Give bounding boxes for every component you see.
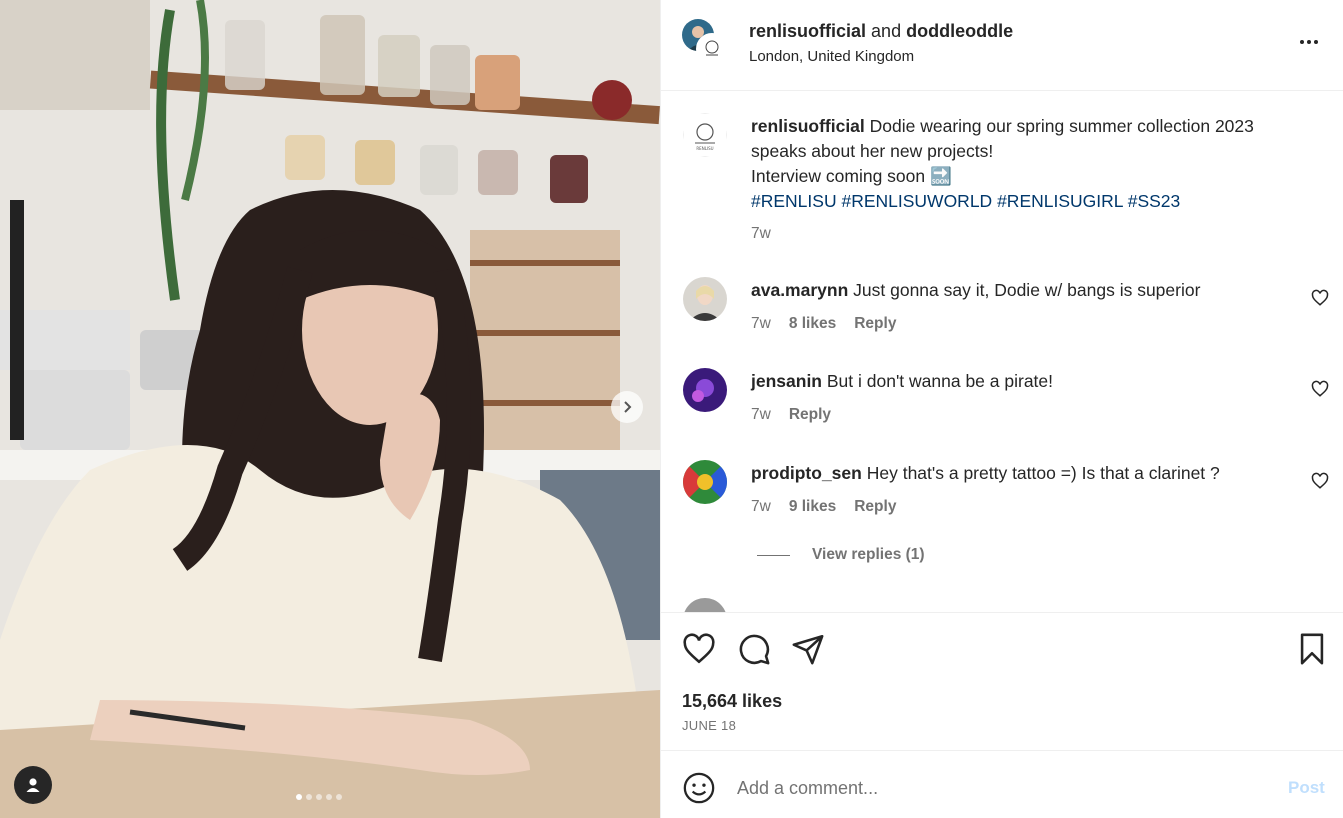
chevron-right-icon	[624, 401, 632, 413]
user-icon	[26, 778, 40, 792]
post-button[interactable]: Post	[1288, 778, 1325, 798]
svg-text:RENLISU: RENLISU	[696, 146, 713, 151]
reply-divider	[757, 554, 790, 556]
reply-button[interactable]: Reply	[854, 498, 896, 516]
view-replies-button[interactable]: View replies (1)	[757, 546, 925, 564]
view-replies-label: View replies (1)	[812, 546, 925, 563]
comment-username[interactable]: prodipto_sen	[751, 463, 862, 483]
carousel-dot	[306, 794, 312, 800]
avatar[interactable]: RENLISU	[683, 113, 727, 157]
caption-text: renlisuofficial Dodie wearing our spring…	[751, 114, 1306, 214]
comment-meta: 7w 8 likes Reply	[751, 315, 896, 333]
post-authors: renlisuofficial and doddleoddle	[749, 21, 1013, 42]
authors-joiner: and	[871, 21, 902, 41]
hashtag-link[interactable]: #RENLISUWORLD	[841, 191, 992, 211]
reply-button[interactable]: Reply	[789, 406, 831, 424]
comment-likes[interactable]: 9 likes	[789, 498, 836, 516]
reply-button[interactable]: Reply	[854, 315, 896, 333]
post-date: JUNE 18	[682, 718, 737, 733]
heart-icon[interactable]	[682, 632, 716, 666]
avatar[interactable]	[683, 598, 727, 612]
author-link[interactable]: doddleoddle	[906, 21, 1013, 41]
hashtag-link[interactable]: #RENLISUGIRL	[997, 191, 1123, 211]
comment-icon[interactable]	[737, 632, 771, 666]
like-comment-icon[interactable]	[1311, 472, 1329, 490]
add-comment-bar: Post	[661, 750, 1343, 818]
comment-text: jensanin But i don't wanna be a pirate!	[751, 369, 1306, 394]
like-comment-icon[interactable]	[1311, 380, 1329, 398]
comment-text: prodipto_sen Hey that's a pretty tattoo …	[751, 461, 1306, 486]
comment-likes[interactable]: 8 likes	[789, 315, 836, 333]
likes-count[interactable]: 15,664 likes	[682, 691, 782, 712]
carousel-dot	[326, 794, 332, 800]
soon-emoji: 🔜	[930, 166, 952, 186]
collab-avatars[interactable]	[682, 19, 730, 67]
comment-time[interactable]: 7w	[751, 225, 771, 243]
comment-time[interactable]: 7w	[751, 406, 771, 424]
caption-meta: 7w	[751, 225, 771, 243]
comment-time[interactable]: 7w	[751, 498, 771, 516]
avatar[interactable]	[683, 368, 727, 412]
avatar[interactable]	[683, 460, 727, 504]
comment-username[interactable]: ava.marynn	[751, 280, 848, 300]
caption-line2: Interview coming soon	[751, 166, 926, 186]
comment-username[interactable]: jensanin	[751, 371, 822, 391]
location-link[interactable]: London, United Kingdom	[749, 48, 914, 65]
comment-meta: 7w Reply	[751, 406, 831, 424]
post-actions: 15,664 likes JUNE 18	[661, 612, 1343, 750]
post-panel: renlisuofficial and doddleoddle London, …	[660, 0, 1343, 818]
carousel-dot	[336, 794, 342, 800]
comments-list[interactable]: RENLISU renlisuofficial Dodie wearing ou…	[661, 92, 1343, 612]
comment-time[interactable]: 7w	[751, 315, 771, 333]
hashtag-link[interactable]: #SS23	[1128, 191, 1181, 211]
carousel-dot	[296, 794, 302, 800]
more-options-icon[interactable]	[1297, 30, 1321, 54]
comment-text: ava.marynn Just gonna say it, Dodie w/ b…	[751, 278, 1306, 303]
avatar[interactable]	[696, 33, 728, 65]
comment-meta: 7w 9 likes Reply	[751, 498, 896, 516]
post-header: renlisuofficial and doddleoddle London, …	[661, 0, 1343, 91]
author-link[interactable]: renlisuofficial	[749, 21, 866, 41]
carousel-dot	[316, 794, 322, 800]
like-comment-icon[interactable]	[1311, 289, 1329, 307]
carousel-indicator	[296, 794, 342, 800]
hashtag-link[interactable]: #RENLISU	[751, 191, 837, 211]
bookmark-icon[interactable]	[1295, 632, 1329, 666]
share-icon[interactable]	[791, 632, 825, 666]
tagged-users-button[interactable]	[14, 766, 52, 804]
comment-body: But i don't wanna be a pirate!	[826, 371, 1054, 391]
comment-input[interactable]	[737, 773, 1257, 803]
comment-body: Just gonna say it, Dodie w/ bangs is sup…	[853, 280, 1201, 300]
comment-body: Hey that's a pretty tattoo =) Is that a …	[866, 463, 1220, 483]
next-photo-button[interactable]	[611, 391, 643, 423]
post-photo[interactable]	[0, 0, 660, 818]
emoji-icon[interactable]	[682, 771, 716, 805]
photo-illustration	[0, 0, 660, 818]
comment-username[interactable]: renlisuofficial	[751, 116, 865, 136]
avatar[interactable]	[683, 277, 727, 321]
